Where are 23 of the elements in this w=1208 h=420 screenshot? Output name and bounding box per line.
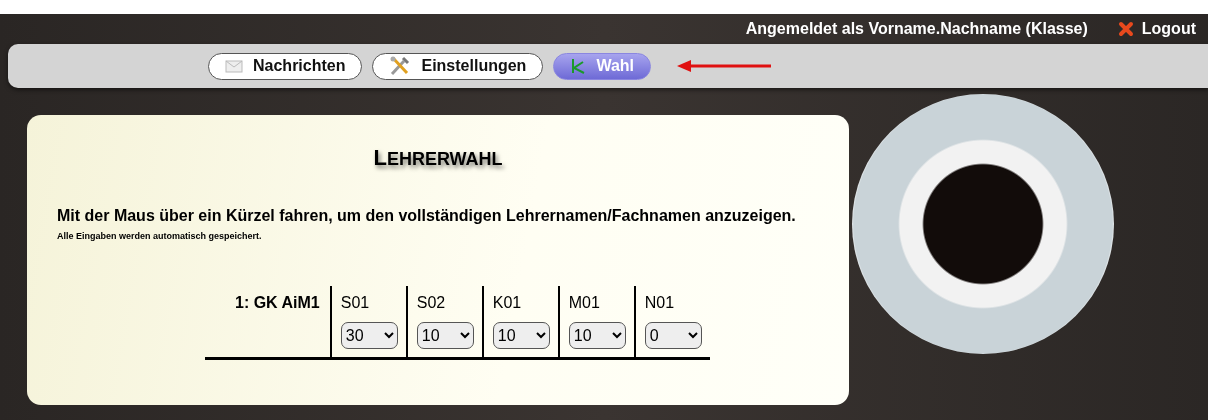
login-status: Angemeldet als Vorname.Nachname (Klasse) [745,20,1088,38]
course-label: 1: GK AiM1 [234,293,321,313]
teacher-code[interactable]: M01 [568,294,600,312]
logout-link[interactable]: Logout [1117,20,1196,38]
nav-tab[interactable]: Nachrichten [208,52,363,80]
weight-select[interactable]: 10 [416,322,474,349]
teacher-code[interactable]: S01 [340,294,370,312]
envelope-icon [225,59,243,73]
weight-select[interactable]: 10 [568,322,626,349]
page-title: LEHRERWAHL [372,145,504,171]
k-icon [570,58,587,74]
tools-icon [389,56,412,76]
instruction-text: Mit der Maus über ein Kürzel fahren, um den vollständigen Lehrernamen/Fachnamen anzuzeigen. [57,207,797,225]
weight-select[interactable]: 10 [492,322,550,349]
left-arrow-icon [677,60,771,72]
weight-select[interactable]: 0 [644,322,702,349]
teacher-code[interactable]: K01 [492,294,522,312]
nav-tab[interactable]: Einstellungen [372,52,544,80]
close-icon [1117,21,1134,37]
teacher-code[interactable]: N01 [644,294,675,312]
teacher-code[interactable]: S02 [416,294,446,312]
weight-select[interactable]: 30 [340,322,398,349]
autosave-note: Alle Eingaben werden automatisch gespeichert. [57,231,263,241]
